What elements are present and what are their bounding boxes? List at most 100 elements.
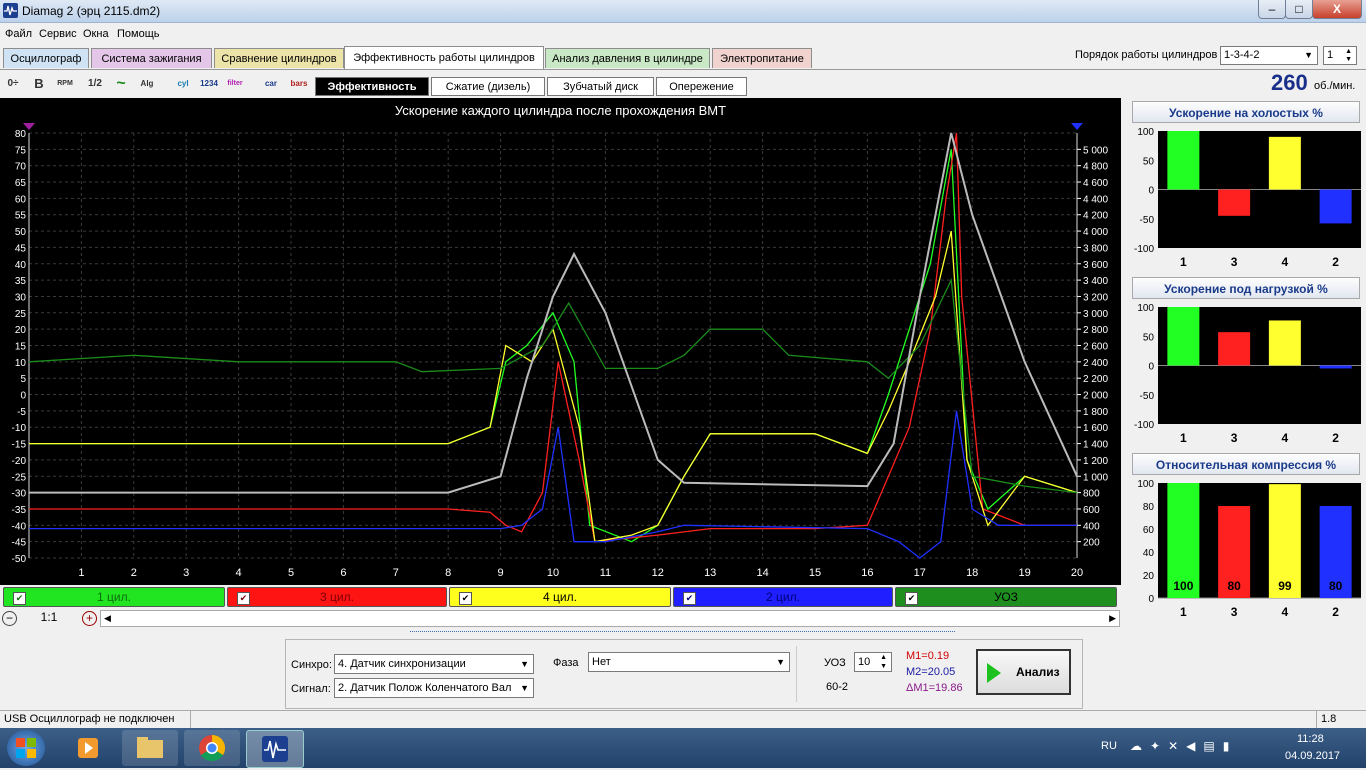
- clock-time[interactable]: 11:28: [1297, 733, 1324, 745]
- subtab-advance[interactable]: Опережение: [656, 77, 747, 96]
- zoom-in-button[interactable]: +: [82, 611, 97, 626]
- uoz-stepper[interactable]: 10 ▲ ▼: [854, 652, 892, 672]
- checkbox-icon[interactable]: ✔: [237, 592, 250, 605]
- tab-label: Эффективность работы цилиндров: [353, 52, 535, 64]
- window-title: Diamag 2 (эрц 2115.dm2): [22, 4, 161, 18]
- chrome-icon[interactable]: [184, 730, 240, 766]
- version-text: 1.8: [1321, 713, 1337, 725]
- horizontal-scrollbar[interactable]: ◀ ▶: [100, 610, 1120, 627]
- clock-date[interactable]: 04.09.2017: [1285, 750, 1340, 762]
- checkbox-icon[interactable]: ✔: [683, 592, 696, 605]
- scroll-right-icon[interactable]: ▶: [1109, 611, 1116, 626]
- signal-value: 2. Датчик Полож Коленчатого Вал: [338, 682, 512, 694]
- y-tick-label: -35: [12, 505, 27, 516]
- legend-cyl-1[interactable]: ✔ 1 цил.: [3, 587, 225, 607]
- x-tick-label: 17: [914, 567, 926, 579]
- x-tick-label: 16: [861, 567, 873, 579]
- offset-icon[interactable]: 0÷: [2, 74, 24, 94]
- x-tick-label: 2: [1332, 255, 1339, 269]
- network-icon[interactable]: ▤: [1203, 739, 1222, 753]
- tray-icon[interactable]: ✦: [1150, 739, 1168, 753]
- tray-icons[interactable]: ☁✦✕◀▤▮: [1130, 739, 1250, 757]
- tab-cylinder-efficiency[interactable]: Эффективность работы цилиндров: [344, 46, 544, 69]
- bars-icon[interactable]: bars: [288, 74, 310, 94]
- splitter-handle[interactable]: [410, 631, 955, 637]
- y-tick-label: 45: [15, 243, 27, 254]
- legend-cyl-3[interactable]: ✔ 3 цил.: [227, 587, 447, 607]
- subtab-compression[interactable]: Сжатие (дизель): [431, 77, 545, 96]
- menu-help[interactable]: Помощь: [117, 28, 160, 40]
- control-panel: Синхро: 4. Датчик синхронизации ▼ Сигнал:…: [285, 639, 1083, 709]
- minimize-button[interactable]: –: [1258, 0, 1286, 19]
- data-label: 80: [1329, 579, 1343, 593]
- subtab-efficiency[interactable]: Эффективность: [315, 77, 429, 96]
- sync-select[interactable]: 4. Датчик синхронизации ▼: [334, 654, 534, 674]
- tray-icon[interactable]: ✕: [1168, 739, 1186, 753]
- menu-file[interactable]: Файл: [5, 28, 32, 40]
- signal-icon[interactable]: ▮: [1223, 739, 1238, 753]
- checkbox-icon[interactable]: ✔: [905, 592, 918, 605]
- checkbox-icon[interactable]: ✔: [459, 592, 472, 605]
- close-button[interactable]: X: [1312, 0, 1362, 19]
- tab-pressure-analysis[interactable]: Анализ давления в цилиндре: [545, 48, 710, 68]
- checkbox-icon[interactable]: ✔: [13, 592, 26, 605]
- algorithm-icon[interactable]: Alg 1/2: [136, 74, 158, 108]
- tab-cylinder-compare[interactable]: Сравнение цилиндров: [214, 48, 344, 68]
- legend-label: 2 цил.: [766, 590, 800, 604]
- speaker-icon[interactable]: ◀: [1186, 739, 1203, 753]
- zoom-out-button[interactable]: −: [2, 611, 17, 626]
- y-tick-label: 0: [20, 391, 26, 402]
- tab-oscilloscope[interactable]: Осциллограф: [3, 48, 89, 68]
- x-tick-label: 1: [78, 567, 84, 579]
- order-icon[interactable]: 1234: [198, 74, 220, 94]
- tab-ignition[interactable]: Система зажигания: [91, 48, 212, 68]
- tray-icon[interactable]: ☁: [1130, 739, 1150, 753]
- phase-select[interactable]: Нет ▼: [588, 652, 790, 672]
- diamag-taskbar-icon[interactable]: [246, 730, 304, 768]
- legend-uoz[interactable]: ✔ УОЗ: [895, 587, 1117, 607]
- maximize-button[interactable]: □: [1285, 0, 1313, 19]
- main-chart: Ускорение каждого цилиндра после прохожд…: [0, 98, 1121, 585]
- signal-select[interactable]: 2. Датчик Полож Коленчатого Вал ▼: [334, 678, 534, 698]
- y-tick-label: -50: [1140, 391, 1155, 402]
- x-tick-label: 3: [1231, 605, 1238, 619]
- bold-icon[interactable]: B: [28, 74, 50, 94]
- rpm-icon[interactable]: RPM: [54, 74, 76, 94]
- play-icon: [987, 663, 1001, 683]
- language-indicator[interactable]: RU: [1101, 740, 1117, 752]
- menu-windows[interactable]: Окна: [83, 28, 109, 40]
- legend-cyl-4[interactable]: ✔ 4 цил.: [449, 587, 671, 607]
- chevron-down-icon: ▼: [520, 659, 529, 669]
- signal-label: Сигнал:: [291, 683, 331, 695]
- x-tick-label: 13: [704, 567, 716, 579]
- explorer-icon[interactable]: [122, 730, 178, 766]
- cylinder-icon[interactable]: cyl: [172, 74, 194, 94]
- x-tick-label: 1: [1180, 255, 1187, 269]
- x-tick-label: 4: [1282, 431, 1289, 445]
- scroll-left-icon[interactable]: ◀: [104, 611, 111, 626]
- bar: [1218, 332, 1251, 366]
- x-tick-label: 15: [809, 567, 821, 579]
- start-button[interactable]: [7, 730, 45, 766]
- x-tick-label: 19: [1018, 567, 1030, 579]
- divider: [796, 646, 797, 702]
- legend-cyl-2[interactable]: ✔ 2 цил.: [673, 587, 893, 607]
- menu-service[interactable]: Сервис: [39, 28, 77, 40]
- y-tick-label: 60: [1143, 525, 1155, 536]
- analysis-button[interactable]: Анализ: [976, 649, 1071, 695]
- y-tick-label: 40: [1143, 548, 1155, 559]
- tab-power[interactable]: Электропитание: [712, 48, 812, 68]
- x-tick-label: 8: [445, 567, 451, 579]
- y2-tick-label: 2 600: [1083, 342, 1108, 353]
- car-icon[interactable]: car: [260, 74, 282, 94]
- y-tick-label: 50: [1143, 156, 1155, 167]
- data-label: 99: [1278, 579, 1292, 593]
- y2-tick-label: 1 000: [1083, 472, 1108, 483]
- filter-icon[interactable]: filter: [224, 74, 246, 94]
- y-tick-label: 100: [1137, 127, 1154, 138]
- scale-icon[interactable]: 1/2: [84, 74, 106, 94]
- divider: [190, 711, 191, 729]
- media-player-icon[interactable]: [60, 730, 116, 766]
- subtab-gear-disk[interactable]: Зубчатый диск: [547, 77, 654, 96]
- curve-icon[interactable]: ~: [110, 74, 132, 94]
